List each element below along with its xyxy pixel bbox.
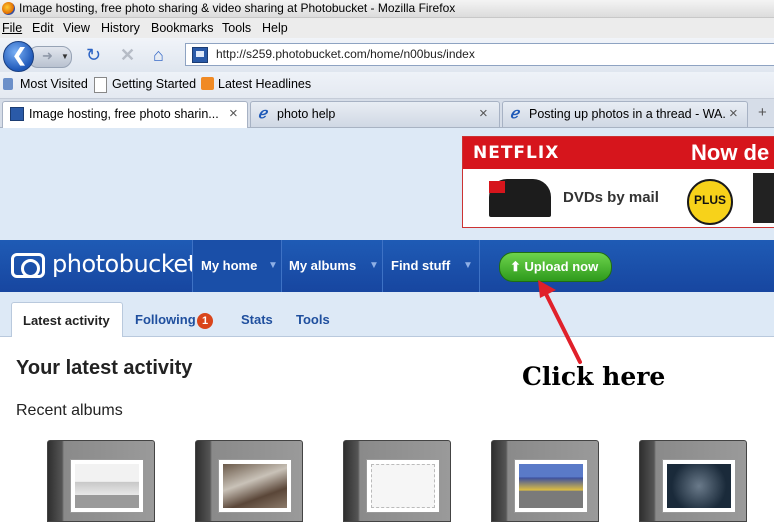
most-visited-icon (3, 78, 13, 90)
firefox-icon (2, 2, 15, 15)
close-tab-icon[interactable]: × (229, 105, 238, 122)
nav-my-albums[interactable]: My albums ▼ (281, 240, 382, 292)
upload-label: Upload now (524, 259, 599, 274)
window-title: Image hosting, free photo sharing & vide… (19, 1, 456, 15)
ad-headline: Now de (691, 140, 770, 165)
site-favicon-icon (192, 47, 208, 63)
plus-badge: PLUS (687, 179, 733, 225)
back-button[interactable]: ❮ (3, 41, 34, 72)
photobucket-favicon-icon (10, 107, 24, 121)
chevron-down-icon[interactable]: ▼ (463, 260, 473, 271)
home-icon[interactable]: ⌂ (153, 46, 164, 64)
tab-latest-activity[interactable]: Latest activity (11, 302, 123, 337)
ad-zone: NETFLIX Now de DVDs by mail PLUS (0, 128, 774, 240)
menu-bar: File Edit View History Bookmarks Tools H… (0, 18, 774, 38)
album-photo (366, 459, 440, 513)
tab-label: Latest activity (23, 313, 110, 328)
upload-arrow-icon: ⬆ (510, 259, 521, 274)
nav-find-stuff[interactable]: Find stuff ▼ (382, 240, 480, 292)
tab-label: Tools (296, 312, 330, 327)
menu-help[interactable]: Help (262, 21, 288, 35)
album-thumbnail[interactable] (47, 440, 155, 522)
bookmark-latest-headlines[interactable]: Latest Headlines (218, 77, 311, 91)
ie-page-icon: ℯ (510, 105, 519, 122)
album-thumbnail[interactable] (195, 440, 303, 522)
red-arrow-annotation (538, 280, 582, 364)
album-thumbnail[interactable] (639, 440, 747, 522)
menu-view[interactable]: View (63, 21, 90, 35)
menu-history[interactable]: History (101, 21, 140, 35)
camera-logo-icon (11, 253, 45, 278)
tab-posting-photos[interactable]: ℯ Posting up photos in a thread - WA... … (502, 101, 748, 127)
plus-badge-label: PLUS (694, 193, 727, 207)
ie-page-icon: ℯ (258, 105, 267, 122)
album-thumbnail[interactable] (491, 440, 599, 522)
tab-photo-help[interactable]: ℯ photo help × (250, 101, 500, 127)
bookmark-getting-started[interactable]: Getting Started (112, 77, 196, 91)
url-text: http://s259.photobucket.com/home/n00bus/… (216, 47, 475, 61)
tab-stats[interactable]: Stats (232, 302, 282, 336)
upload-now-button[interactable]: ⬆ Upload now (499, 252, 612, 282)
album-thumbnail[interactable] (343, 440, 451, 522)
chevron-down-icon[interactable]: ▼ (61, 52, 69, 61)
bookmark-most-visited[interactable]: Most Visited (20, 77, 88, 91)
mailbox-flag (489, 181, 505, 193)
menu-edit[interactable]: Edit (32, 21, 54, 35)
tab-tools[interactable]: Tools (288, 302, 338, 336)
tab-label: Posting up photos in a thread - WA... (529, 107, 725, 121)
forward-button[interactable]: ➜ ▼ (28, 46, 72, 68)
rss-icon (201, 77, 214, 90)
photobucket-header: photobucket My home ▼ My albums ▼ Find s… (0, 240, 774, 292)
chevron-down-icon[interactable]: ▼ (268, 260, 278, 271)
close-tab-icon[interactable]: × (729, 105, 738, 122)
click-here-annotation: Click here (522, 362, 666, 391)
tab-label: Image hosting, free photo sharin... (29, 107, 219, 121)
page-icon (94, 77, 107, 93)
url-bar[interactable]: http://s259.photobucket.com/home/n00bus/… (185, 43, 774, 66)
album-photo (514, 459, 588, 513)
menu-file[interactable]: File (2, 21, 22, 35)
nav-label: My albums (289, 258, 357, 273)
close-tab-icon[interactable]: × (479, 105, 488, 122)
tab-label: photo help (277, 107, 336, 121)
ad-image (753, 173, 774, 223)
tab-strip: Image hosting, free photo sharin... × ℯ … (0, 99, 774, 128)
activity-tabs: Latest activity Following 1 Stats Tools (0, 292, 774, 337)
bookmarks-toolbar: Most Visited Getting Started Latest Head… (0, 72, 774, 99)
stop-icon[interactable]: ✕ (120, 46, 135, 64)
notification-badge: 1 (197, 313, 213, 329)
chevron-down-icon[interactable]: ▼ (369, 260, 379, 271)
nav-my-home[interactable]: My home ▼ (192, 240, 281, 292)
reload-icon[interactable]: ↻ (86, 46, 101, 64)
page-content: NETFLIX Now de DVDs by mail PLUS photobu… (0, 128, 774, 522)
album-photo (662, 459, 736, 513)
nav-label: Find stuff (391, 258, 451, 273)
nav-label: My home (201, 258, 258, 273)
tab-label: Stats (241, 312, 273, 327)
album-photo (218, 459, 292, 513)
recent-albums-heading: Recent albums (16, 402, 123, 419)
latest-activity-heading: Your latest activity (16, 357, 193, 379)
ad-tagline: DVDs by mail (563, 189, 659, 206)
netflix-logo: NETFLIX (473, 143, 560, 163)
menu-tools[interactable]: Tools (222, 21, 251, 35)
new-tab-icon[interactable]: + (758, 104, 767, 121)
menu-bookmarks[interactable]: Bookmarks (151, 21, 214, 35)
album-photo (70, 459, 144, 513)
photobucket-logo[interactable]: photobucket (52, 250, 197, 278)
tab-label: Following (135, 312, 196, 327)
back-arrow-icon: ❮ (12, 45, 28, 65)
window-titlebar: Image hosting, free photo sharing & vide… (0, 0, 774, 18)
tab-photobucket[interactable]: Image hosting, free photo sharin... × (2, 101, 248, 128)
netflix-ad-banner[interactable]: NETFLIX Now de DVDs by mail PLUS (462, 136, 774, 228)
forward-arrow-icon: ➜ (42, 48, 53, 63)
tab-following[interactable]: Following 1 (126, 302, 226, 336)
